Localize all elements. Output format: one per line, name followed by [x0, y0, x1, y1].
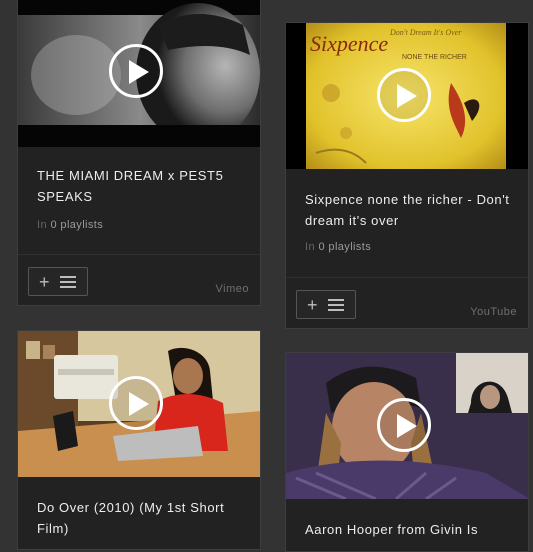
thumbnail-subtitle: NONE THE RICHER [402, 54, 467, 61]
video-title[interactable]: Sixpence none the richer - Don't dream i… [305, 189, 514, 231]
playlist-prefix: In [37, 219, 47, 231]
video-title[interactable]: Aaron Hooper from Givin Is [305, 519, 514, 540]
video-thumbnail[interactable] [18, 331, 260, 477]
list-icon [328, 299, 344, 314]
add-to-playlist-button[interactable]: + [296, 290, 356, 319]
playlist-count: In 0 playlists [305, 241, 371, 253]
play-icon [129, 60, 149, 84]
video-source: YouTube [470, 306, 517, 318]
play-icon [397, 414, 417, 438]
video-thumbnail[interactable] [18, 0, 260, 147]
thumbnail-title: Sixpence [310, 31, 388, 56]
play-button[interactable] [377, 68, 431, 122]
video-card: THE MIAMI DREAM x PEST5 SPEAKS In 0 play… [17, 0, 261, 306]
play-icon [397, 84, 417, 108]
add-to-playlist-button[interactable]: + [28, 267, 88, 296]
video-thumbnail[interactable] [286, 353, 528, 499]
video-card: Sixpence NONE THE RICHER Don't Dream It'… [285, 22, 529, 329]
playlist-count-text[interactable]: 0 playlists [318, 241, 371, 253]
plus-icon: + [307, 295, 318, 315]
video-card: Aaron Hooper from Givin Is [285, 352, 529, 552]
video-title[interactable]: THE MIAMI DREAM x PEST5 SPEAKS [37, 165, 246, 207]
play-icon [129, 392, 149, 416]
play-button[interactable] [109, 44, 163, 98]
video-thumbnail[interactable]: Sixpence NONE THE RICHER Don't Dream It'… [286, 23, 528, 169]
card-footer: + YouTube [286, 277, 528, 328]
list-icon [60, 276, 76, 291]
plus-icon: + [39, 272, 50, 292]
thumbnail-script: Don't Dream It's Over [389, 28, 462, 37]
playlist-prefix: In [305, 241, 315, 253]
video-source: Vimeo [215, 283, 249, 295]
video-card: Do Over (2010) (My 1st Short Film) [17, 330, 261, 550]
card-footer: + Vimeo [18, 254, 260, 305]
playlist-count: In 0 playlists [37, 219, 103, 231]
playlist-count-text[interactable]: 0 playlists [50, 219, 103, 231]
play-button[interactable] [377, 398, 431, 452]
play-button[interactable] [109, 376, 163, 430]
